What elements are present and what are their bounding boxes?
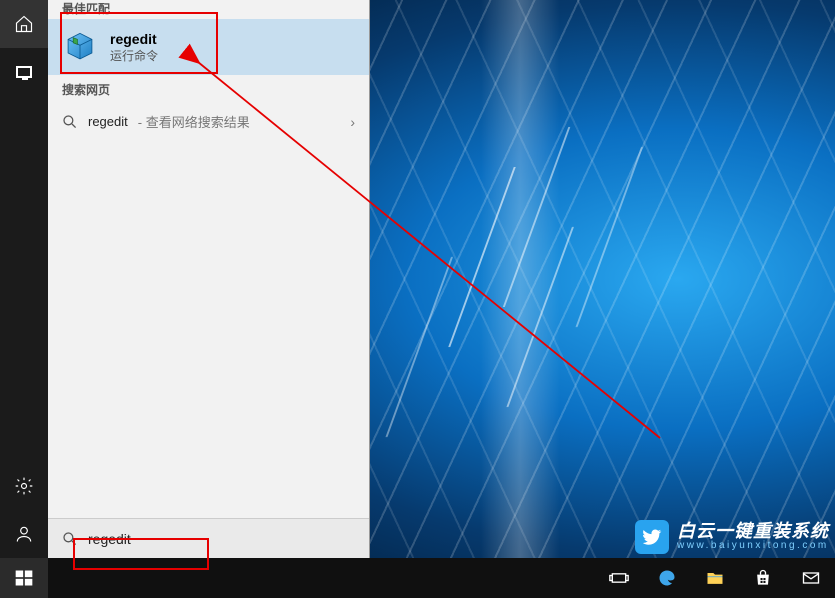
best-match-subtitle: 运行命令 — [110, 47, 355, 64]
regedit-icon — [62, 29, 98, 65]
edge-button[interactable] — [643, 558, 691, 598]
best-match-title: regedit — [110, 31, 355, 47]
search-icon — [62, 531, 78, 547]
start-rail — [0, 0, 48, 558]
taskview-button[interactable] — [595, 558, 643, 598]
home-button[interactable] — [0, 0, 48, 48]
search-panel: 最佳匹配 regedit 运行命令 搜索网页 regedit — [48, 0, 370, 558]
mail-button[interactable] — [787, 558, 835, 598]
settings-button[interactable] — [0, 462, 48, 510]
search-icon — [62, 114, 78, 130]
start-button[interactable] — [0, 558, 48, 598]
best-match-texts: regedit 运行命令 — [110, 31, 355, 64]
monitor-icon — [16, 66, 32, 78]
file-explorer-button[interactable] — [691, 558, 739, 598]
best-match-header: 最佳匹配 — [48, 0, 369, 19]
web-search-term: regedit — [88, 114, 128, 129]
taskbar — [0, 558, 835, 598]
store-button[interactable] — [739, 558, 787, 598]
search-input[interactable] — [88, 531, 359, 547]
search-box[interactable] — [48, 518, 369, 558]
web-search-suffix: - 查看网络搜索结果 — [138, 112, 250, 131]
web-search-result[interactable]: regedit - 查看网络搜索结果 › — [48, 102, 369, 141]
web-search-header: 搜索网页 — [48, 75, 369, 102]
best-match-result[interactable]: regedit 运行命令 — [48, 19, 369, 75]
account-button[interactable] — [0, 510, 48, 558]
chevron-right-icon: › — [350, 114, 355, 130]
this-pc-button[interactable] — [0, 48, 48, 96]
